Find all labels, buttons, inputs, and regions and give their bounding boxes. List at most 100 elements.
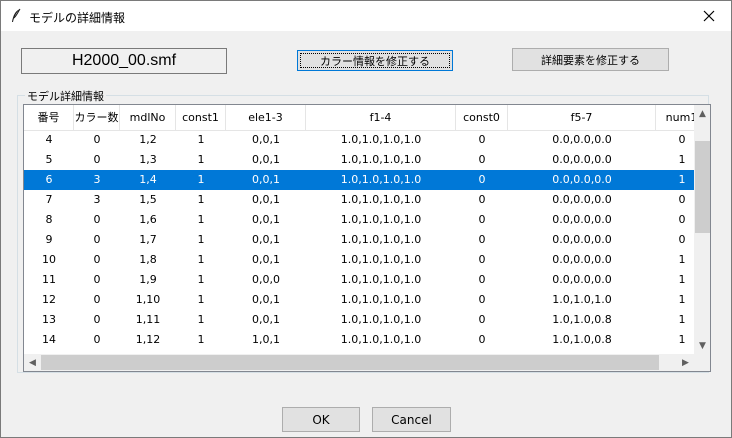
edit-color-button[interactable]: カラー情報を修正する bbox=[297, 50, 453, 71]
scroll-right-icon[interactable]: ▶ bbox=[677, 354, 694, 371]
table-cell: 1.0,1.0,1.0,1.0 bbox=[340, 333, 422, 346]
cancel-button[interactable]: Cancel bbox=[372, 407, 451, 432]
table-cell: 8 bbox=[45, 213, 53, 226]
model-detail-table[interactable]: 番号 カラー数 mdlNo const1 ele1-3 f1-4 const0 f5-7 num… bbox=[23, 104, 711, 372]
table-cell: 0 bbox=[93, 213, 101, 226]
close-button[interactable] bbox=[687, 1, 731, 31]
table-cell: 0,0,1 bbox=[252, 193, 280, 206]
table-cell: 0,0,1 bbox=[252, 293, 280, 306]
table-cell: 1.0,1.0,1.0,1.0 bbox=[340, 273, 422, 286]
ok-button[interactable]: OK bbox=[282, 407, 360, 432]
table-cell: 4 bbox=[45, 133, 53, 146]
table-cell: 0.0,0.0,0.0 bbox=[552, 273, 612, 286]
table-cell: 1,4 bbox=[139, 173, 157, 186]
table-cell: 1 bbox=[197, 233, 205, 246]
table-cell: 1.0,1.0,1.0,1.0 bbox=[340, 233, 422, 246]
column-header[interactable]: f1-4 bbox=[306, 105, 456, 130]
table-row[interactable]: 11 0 1,9 1 0,0,0 1.0,1.0,1.0,1.0 0 0.0,0.0,0.0 1 bbox=[24, 270, 694, 290]
column-header[interactable]: const0 bbox=[456, 105, 508, 130]
table-cell: 6 bbox=[45, 173, 53, 186]
table-cell: 1 bbox=[197, 273, 205, 286]
table-cell: 0 bbox=[478, 153, 486, 166]
table-cell: 0 bbox=[478, 133, 486, 146]
column-header[interactable]: f5-7 bbox=[508, 105, 656, 130]
table-cell: 1.0,1.0,1.0,1.0 bbox=[340, 153, 422, 166]
table-cell: 1 bbox=[197, 253, 205, 266]
column-header[interactable]: カラー数 bbox=[74, 105, 120, 130]
table-cell: 0,0,1 bbox=[252, 173, 280, 186]
table-cell: 0 bbox=[93, 313, 101, 326]
table-cell: 1.0,1.0,1.0 bbox=[552, 293, 612, 306]
table-cell: 14 bbox=[42, 333, 56, 346]
vertical-scrollbar[interactable]: ▲ ▼ bbox=[694, 105, 710, 354]
table-row[interactable]: 6 3 1,4 1 0,0,1 1.0,1.0,1.0,1.0 0 0.0,0.0,0.0 1 bbox=[24, 170, 694, 190]
table-cell: 0 bbox=[93, 133, 101, 146]
table-cell: 0,0,1 bbox=[252, 253, 280, 266]
table-cell: 1 bbox=[197, 133, 205, 146]
table-cell: 0 bbox=[478, 253, 486, 266]
table-row[interactable]: 4 0 1,2 1 0,0,1 1.0,1.0,1.0,1.0 0 0.0,0.0,0.0 0 bbox=[24, 130, 694, 150]
table-cell: 0.0,0.0,0.0 bbox=[552, 153, 612, 166]
table-cell: 0 bbox=[93, 333, 101, 346]
table-cell: 1 bbox=[197, 313, 205, 326]
table-cell: 0,0,1 bbox=[252, 133, 280, 146]
edit-detail-button[interactable]: 詳細要素を修正する bbox=[512, 48, 669, 71]
table-cell: 1,2 bbox=[139, 133, 157, 146]
table-cell: 1 bbox=[197, 213, 205, 226]
table-cell: 3 bbox=[93, 193, 101, 206]
table-cell: 1,10 bbox=[135, 293, 161, 306]
vertical-scroll-thumb[interactable] bbox=[695, 141, 710, 233]
table-cell: 0 bbox=[478, 313, 486, 326]
dialog-window: モデルの詳細情報 H2000_00.smf カラー情報を修正する 詳細要素を修正… bbox=[0, 0, 732, 438]
table-cell: 1,0,1 bbox=[252, 333, 280, 346]
group-label: モデル詳細情報 bbox=[25, 88, 106, 104]
table-cell: 0 bbox=[93, 293, 101, 306]
table-cell: 0 bbox=[478, 233, 486, 246]
table-cell: 1.0,1.0,1.0,1.0 bbox=[340, 193, 422, 206]
table-cell: 1,8 bbox=[139, 253, 157, 266]
table-row[interactable]: 9 0 1,7 1 0,0,1 1.0,1.0,1.0,1.0 0 0.0,0.0,0.0 0 bbox=[24, 230, 694, 250]
table-cell: 0 bbox=[478, 213, 486, 226]
horizontal-scrollbar[interactable]: ◀ ▶ bbox=[24, 354, 694, 371]
table-cell: 1.0,1.0,0.8 bbox=[552, 333, 612, 346]
table-row[interactable]: 14 0 1,12 1 1,0,1 1.0,1.0,1.0,1.0 0 1.0,1.0,0.8… bbox=[24, 330, 694, 350]
column-header[interactable]: mdlNo bbox=[120, 105, 176, 130]
table-row[interactable]: 13 0 1,11 1 0,0,1 1.0,1.0,1.0,1.0 0 1.0,1.0,0.8… bbox=[24, 310, 694, 330]
column-header[interactable]: const1 bbox=[176, 105, 226, 130]
table-cell: 5 bbox=[45, 153, 53, 166]
table-cell: 1.0,1.0,1.0,1.0 bbox=[340, 293, 422, 306]
table-cell: 13 bbox=[42, 313, 56, 326]
table-cell: 1 bbox=[197, 153, 205, 166]
table-cell: 0,0,1 bbox=[252, 213, 280, 226]
scroll-up-icon[interactable]: ▲ bbox=[694, 105, 710, 122]
table-cell: 0.0,0.0,0.0 bbox=[552, 193, 612, 206]
table-cell: 0.0,0.0,0.0 bbox=[552, 173, 612, 186]
close-icon bbox=[703, 10, 715, 22]
table-row[interactable]: 12 0 1,10 1 0,0,1 1.0,1.0,1.0,1.0 0 1.0,1.0,1.0… bbox=[24, 290, 694, 310]
table-row[interactable]: 5 0 1,3 1 0,0,1 1.0,1.0,1.0,1.0 0 0.0,0.0,0.0 1 bbox=[24, 150, 694, 170]
table-cell: 12 bbox=[42, 293, 56, 306]
table-row[interactable]: 10 0 1,8 1 0,0,1 1.0,1.0,1.0,1.0 0 0.0,0.0,0.0 1 bbox=[24, 250, 694, 270]
column-header[interactable]: 番号 bbox=[24, 105, 74, 130]
table-cell: 0 bbox=[93, 153, 101, 166]
table-header: 番号 カラー数 mdlNo const1 ele1-3 f1-4 const0 f5-7 num… bbox=[24, 105, 708, 131]
column-header[interactable]: ele1-3 bbox=[226, 105, 306, 130]
table-row[interactable]: 7 3 1,5 1 0,0,1 1.0,1.0,1.0,1.0 0 0.0,0.0,0.0 0 bbox=[24, 190, 694, 210]
window-title: モデルの詳細情報 bbox=[29, 11, 126, 25]
table-cell: 1 bbox=[197, 193, 205, 206]
table-cell: 0 bbox=[478, 273, 486, 286]
scroll-down-icon[interactable]: ▼ bbox=[694, 337, 710, 354]
table-cell: 0.0,0.0,0.0 bbox=[552, 233, 612, 246]
table-row[interactable]: 8 0 1,6 1 0,0,1 1.0,1.0,1.0,1.0 0 0.0,0.0,0.0 0 bbox=[24, 210, 694, 230]
table-cell: 11 bbox=[42, 273, 56, 286]
horizontal-scroll-thumb[interactable] bbox=[41, 355, 659, 370]
table-cell: 1.0,1.0,1.0,1.0 bbox=[340, 253, 422, 266]
scroll-left-icon[interactable]: ◀ bbox=[24, 354, 41, 371]
table-cell: 1,3 bbox=[139, 153, 157, 166]
table-cell: 0,0,1 bbox=[252, 313, 280, 326]
title-bar: モデルの詳細情報 bbox=[1, 1, 731, 31]
table-cell: 1,9 bbox=[139, 273, 157, 286]
table-cell: 9 bbox=[45, 233, 53, 246]
table-cell: 1.0,1.0,1.0,1.0 bbox=[340, 213, 422, 226]
table-cell: 0.0,0.0,0.0 bbox=[552, 253, 612, 266]
